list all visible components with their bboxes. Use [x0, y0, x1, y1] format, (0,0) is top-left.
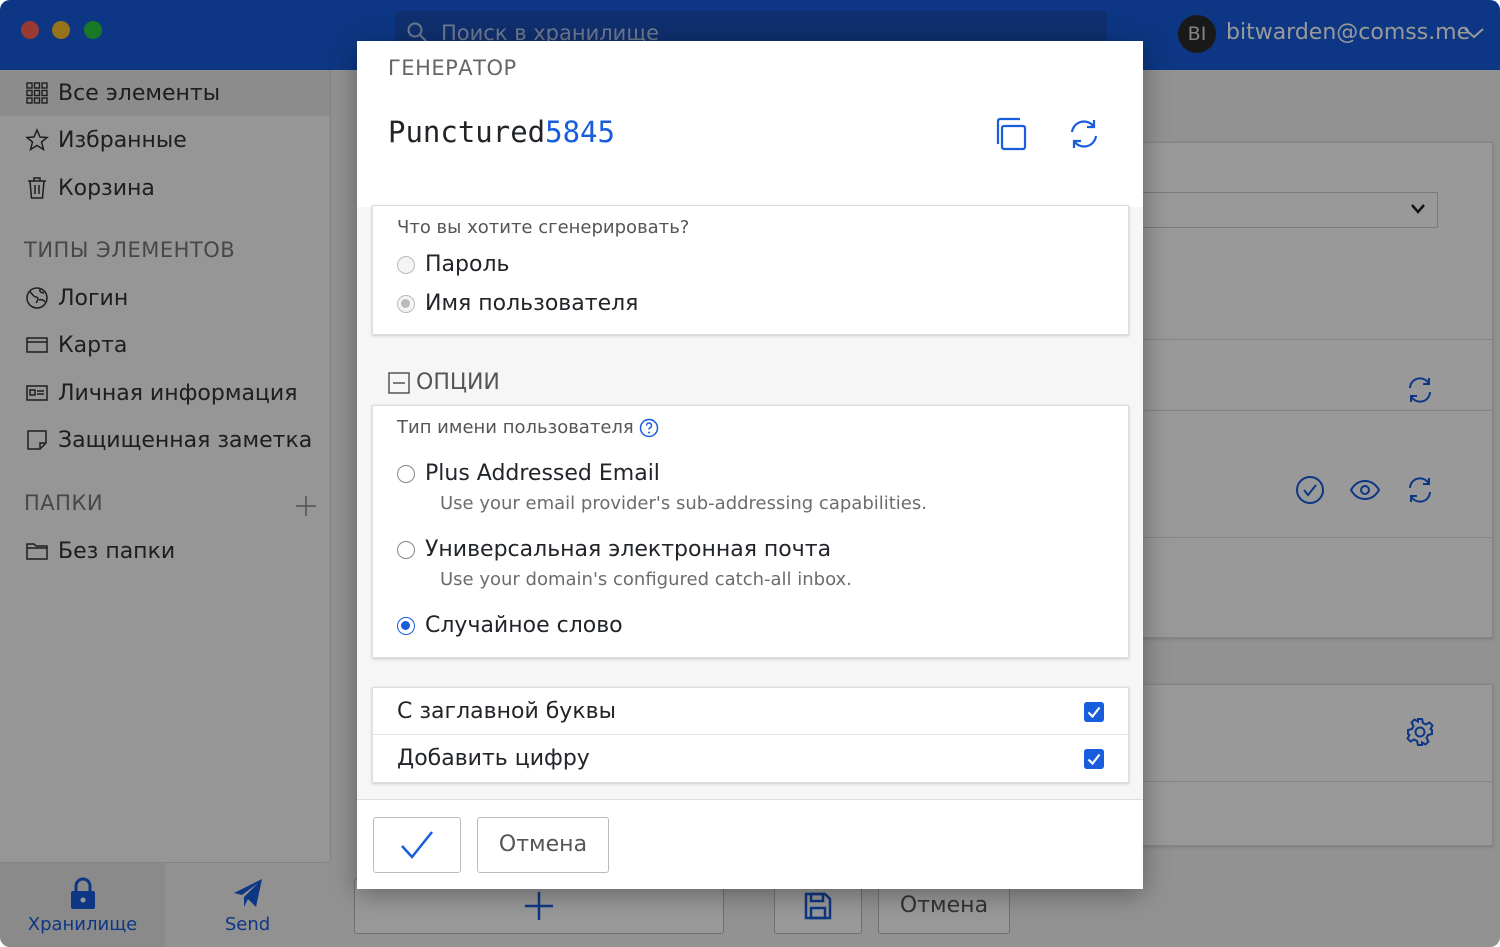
- options-heading: ОПЦИИ: [416, 370, 500, 395]
- checkbox-row-capitalize[interactable]: С заглавной буквы: [373, 688, 1128, 735]
- generated-word: Punctured: [388, 115, 546, 149]
- options-toggle[interactable]: ОПЦИИ: [388, 370, 500, 395]
- radio-button[interactable]: [397, 255, 415, 274]
- radio-button[interactable]: [397, 616, 415, 635]
- radio-option-password[interactable]: Пароль: [397, 252, 509, 277]
- generator-footer: Отмена: [357, 799, 1143, 889]
- generated-number: 5845: [545, 115, 615, 149]
- radio-option-random-word[interactable]: Случайное слово: [397, 613, 623, 638]
- checkbox-label: Добавить цифру: [397, 745, 590, 771]
- generate-type-box: Что вы хотите сгенерировать? Пароль Имя …: [372, 205, 1129, 335]
- cancel-button[interactable]: Отмена: [477, 817, 609, 873]
- radio-option-username[interactable]: Имя пользователя: [397, 291, 638, 316]
- generate-type-label: Что вы хотите сгенерировать?: [397, 217, 690, 238]
- radio-option-catch-all-email[interactable]: Универсальная электронная почта: [397, 537, 831, 562]
- radio-label: Универсальная электронная почта: [425, 537, 832, 562]
- checkbox-row-include-number[interactable]: Добавить цифру: [373, 735, 1128, 781]
- radio-option-plus-addressed-email[interactable]: Plus Addressed Email: [397, 461, 660, 486]
- capitalize-checkbox[interactable]: [1084, 702, 1104, 722]
- radio-label: Пароль: [425, 252, 510, 277]
- word-options-box: С заглавной буквы Добавить цифру: [372, 687, 1129, 783]
- radio-button[interactable]: [397, 464, 415, 483]
- generator-header: ГЕНЕРАТОР Punctured5845: [357, 41, 1143, 207]
- radio-label: Plus Addressed Email: [425, 461, 660, 486]
- username-type-box: Тип имени пользователя Plus Addressed Em…: [372, 405, 1129, 658]
- radio-button[interactable]: [397, 294, 415, 313]
- collapse-minus-icon: [388, 371, 410, 394]
- generator-title: ГЕНЕРАТОР: [388, 56, 517, 80]
- radio-label: Имя пользователя: [425, 291, 639, 316]
- option-description: Use your domain's configured catch-all i…: [440, 569, 852, 590]
- help-icon[interactable]: [639, 418, 659, 438]
- username-type-label: Тип имени пользователя: [397, 417, 634, 438]
- include-number-checkbox[interactable]: [1084, 749, 1104, 769]
- checkbox-label: С заглавной буквы: [397, 698, 616, 724]
- radio-button[interactable]: [397, 540, 415, 559]
- regenerate-icon[interactable]: [1067, 117, 1101, 151]
- app-window: Поиск в хранилище BI bitwarden@comss.me …: [0, 0, 1500, 947]
- generated-value: Punctured5845: [388, 115, 615, 149]
- radio-label: Случайное слово: [425, 613, 623, 638]
- option-description: Use your email provider's sub-addressing…: [440, 493, 927, 514]
- username-type-label-row: Тип имени пользователя: [397, 417, 659, 438]
- copy-icon[interactable]: [993, 117, 1027, 151]
- check-icon: [401, 831, 433, 859]
- use-value-button[interactable]: [373, 817, 461, 873]
- generator-modal: ГЕНЕРАТОР Punctured5845 Что вы хотите сг…: [357, 41, 1143, 889]
